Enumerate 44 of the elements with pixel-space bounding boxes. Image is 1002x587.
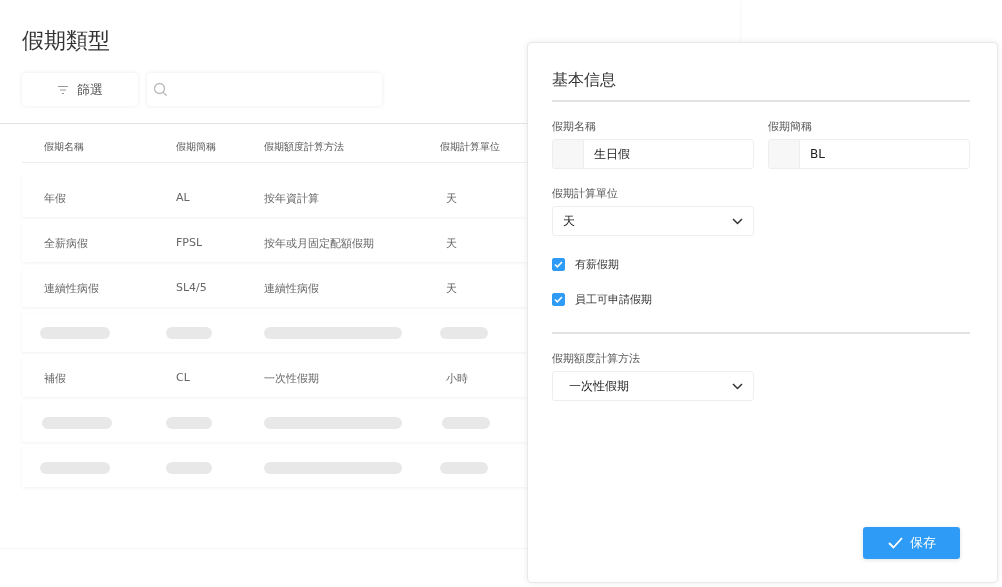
table-cell: 連續性病假 bbox=[264, 281, 319, 296]
checkbox[interactable] bbox=[552, 258, 565, 271]
table-row[interactable]: 連續性病假 SL4/5 連續性病假 天 bbox=[22, 268, 527, 307]
column-header: 假期計算單位 bbox=[440, 140, 500, 154]
table-cell: CL bbox=[176, 371, 190, 384]
table-cell: 天 bbox=[446, 281, 457, 296]
check-icon bbox=[887, 537, 903, 549]
table-row[interactable]: 補假 CL 一次性假期 小時 bbox=[22, 358, 527, 397]
table-cell: SL4/5 bbox=[176, 281, 207, 294]
field-label: 假期簡稱 bbox=[768, 119, 813, 133]
search-icon bbox=[153, 82, 168, 97]
field-label: 假期額度計算方法 bbox=[552, 351, 641, 365]
page-title: 假期類型 bbox=[21, 27, 111, 55]
field-label: 假期名稱 bbox=[552, 119, 597, 133]
checkbox-label: 有薪假期 bbox=[575, 257, 619, 272]
table-cell: 天 bbox=[446, 191, 457, 206]
checkbox-label: 員工可申請假期 bbox=[575, 292, 652, 307]
dropdown[interactable]: 一次性假期 bbox=[552, 371, 754, 401]
panel-title: 基本信息 bbox=[552, 70, 617, 91]
table-cell: 小時 bbox=[446, 371, 468, 386]
table-cell: 按年資計算 bbox=[264, 191, 319, 206]
table-cell: 年假 bbox=[44, 191, 66, 206]
table-cell: 連續性病假 bbox=[44, 281, 99, 296]
column-header: 假期額度計算方法 bbox=[264, 140, 344, 154]
chevron-down-icon bbox=[732, 217, 743, 225]
table-row[interactable]: 全薪病假 FPSL 按年或月固定配額假期 天 bbox=[22, 223, 527, 262]
table-row[interactable]: 年假 AL 按年資計算 天 bbox=[22, 178, 527, 217]
table-cell: FPSL bbox=[176, 236, 203, 249]
table-cell: 天 bbox=[446, 236, 457, 251]
field-label: 假期計算單位 bbox=[552, 186, 619, 200]
table-cell: AL bbox=[176, 191, 190, 204]
dropdown[interactable]: 天 bbox=[552, 206, 754, 236]
filter-button[interactable]: 篩選 bbox=[22, 73, 138, 106]
chevron-down-icon bbox=[732, 382, 743, 390]
table-cell: 補假 bbox=[44, 371, 66, 386]
table-cell: 全薪病假 bbox=[44, 236, 88, 251]
input-field[interactable]: BL bbox=[768, 139, 970, 169]
table-cell: 按年或月固定配額假期 bbox=[264, 236, 374, 251]
column-header: 假期簡稱 bbox=[176, 140, 216, 154]
filter-icon bbox=[57, 84, 69, 95]
input-field[interactable]: 生日假 bbox=[552, 139, 754, 169]
checkbox[interactable] bbox=[552, 293, 565, 306]
table-cell: 一次性假期 bbox=[264, 371, 319, 386]
column-header: 假期名稱 bbox=[44, 140, 84, 154]
